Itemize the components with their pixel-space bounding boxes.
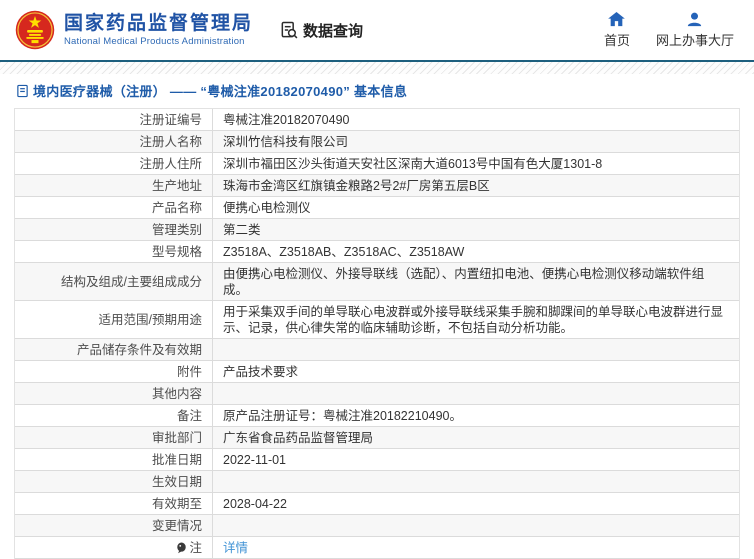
row-value: [213, 515, 739, 536]
data-query-icon: [281, 21, 298, 39]
row-label-text: 审批部门: [151, 431, 202, 445]
row-value: 2028-04-22: [223, 497, 287, 511]
page-title: 境内医疗器械（注册） —— “粤械注准20182070490” 基本信息: [33, 84, 408, 99]
row-value: 便携心电检测仪: [223, 201, 311, 215]
row-label-text: 有效期至: [151, 497, 202, 511]
table-row: 变更情况: [15, 515, 739, 537]
table-row: 结构及组成/主要组成成分 由便携心电检测仪、外接导联线（选配）、内置纽扣电池、便携…: [15, 263, 739, 301]
top-nav: 首页 网上办事大厅: [603, 11, 740, 49]
nav-data-query[interactable]: 数据查询: [279, 20, 363, 41]
row-label-text: 结构及组成/主要组成成分: [61, 275, 202, 289]
table-row: 审批部门 广东省食品药品监督管理局: [15, 427, 739, 449]
row-label: 审批部门: [15, 427, 213, 448]
row-label-text: 备注: [176, 409, 202, 423]
row-label-text: 其他内容: [151, 387, 202, 401]
row-label-text: 型号规格: [151, 245, 202, 259]
row-label-text: 生产地址: [151, 179, 202, 193]
registration-info-table: 注册证编号 粤械注准20182070490 注册人名称 深圳竹信科技有限公司注册人住所…: [14, 108, 740, 559]
row-label: 产品名称: [15, 197, 213, 218]
row-value: 由便携心电检测仪、外接导联线（选配）、内置纽扣电池、便携心电检测仪移动端软件组成…: [223, 267, 705, 297]
row-value: 广东省食品药品监督管理局: [223, 431, 374, 445]
row-label: 有效期至: [15, 493, 213, 514]
row-label: 结构及组成/主要组成成分: [15, 263, 213, 300]
row-label-text: 产品名称: [151, 201, 202, 215]
row-label: 适用范围/预期用途: [15, 301, 213, 338]
row-label: 注册证编号: [15, 109, 213, 130]
table-row: 生产地址 珠海市金湾区红旗镇金粮路2号2#厂房第五层B区: [15, 175, 739, 197]
table-row: 型号规格 Z3518A、Z3518AB、Z3518AC、Z3518AW: [15, 241, 739, 263]
table-row: 产品名称 便携心电检测仪: [15, 197, 739, 219]
nav-home[interactable]: 首页: [603, 11, 630, 49]
row-label: 生产地址: [15, 175, 213, 196]
row-label-text: 注册人住所: [139, 157, 202, 171]
row-value: 深圳竹信科技有限公司: [223, 135, 349, 149]
row-label: 附件: [15, 361, 213, 382]
table-row: 注册证编号 粤械注准20182070490: [15, 109, 739, 131]
user-icon: [688, 12, 702, 26]
row-label: 注册人名称: [15, 131, 213, 152]
row-label-text: 注: [189, 541, 202, 555]
table-row: 附件 产品技术要求: [15, 361, 739, 383]
row-label-text: 生效日期: [151, 475, 202, 489]
nav-home-label: 首页: [603, 32, 630, 48]
row-label: 备注: [15, 405, 213, 426]
row-value: 用于采集双手间的单导联心电波群或外接导联线采集手腕和脚踝间的单导联心电波群进行显…: [223, 305, 724, 335]
data-query-label: 数据查询: [303, 22, 364, 40]
table-row: 生效日期: [15, 471, 739, 493]
row-label: 注册人住所: [15, 153, 213, 174]
table-row: 注 详情: [15, 537, 739, 559]
nav-service-hall-label: 网上办事大厅: [655, 32, 734, 48]
row-label-text: 变更情况: [151, 519, 202, 533]
table-row: 管理类别 第二类: [15, 219, 739, 241]
table-row: 有效期至 2028-04-22: [15, 493, 739, 515]
row-label: 生效日期: [15, 471, 213, 492]
hatched-strip: [0, 62, 754, 74]
row-value: 详情: [213, 537, 739, 558]
row-label: 管理类别: [15, 219, 213, 240]
note-balloon-icon: [177, 542, 187, 554]
document-icon: [17, 84, 28, 97]
row-value: 深圳市福田区沙头街道天安社区深南大道6013号中国有色大厦1301-8: [223, 157, 603, 171]
row-value: 产品技术要求: [223, 365, 299, 379]
row-label-text: 批准日期: [151, 453, 202, 467]
row-value: [213, 339, 739, 360]
row-label-text: 适用范围/预期用途: [98, 313, 202, 327]
agency-name-zh: 国家药品监督管理局: [64, 13, 254, 34]
row-value: 2022-11-01: [223, 453, 287, 467]
row-label-text: 注册证编号: [139, 113, 202, 127]
table-row: 注册人名称 深圳竹信科技有限公司: [15, 131, 739, 153]
row-label: 其他内容: [15, 383, 213, 404]
row-label-text: 管理类别: [151, 223, 202, 237]
row-value: 珠海市金湾区红旗镇金粮路2号2#厂房第五层B区: [223, 179, 490, 193]
national-emblem-icon: [15, 10, 55, 50]
agency-name: 国家药品监督管理局 National Medical Products Admi…: [64, 12, 253, 48]
row-value: [213, 383, 739, 404]
home-icon: [608, 11, 626, 26]
table-row: 适用范围/预期用途 用于采集双手间的单导联心电波群或外接导联线采集手腕和脚踝间的单…: [15, 301, 739, 339]
row-label-text: 附件: [176, 365, 202, 379]
agency-name-en: National Medical Products Administration: [64, 36, 245, 47]
table-row: 产品储存条件及有效期: [15, 339, 739, 361]
agency-logo[interactable]: 国家药品监督管理局 National Medical Products Admi…: [14, 9, 253, 51]
row-label: 型号规格: [15, 241, 213, 262]
row-label-text: 产品储存条件及有效期: [76, 343, 202, 357]
row-label: 变更情况: [15, 515, 213, 536]
breadcrumb: 境内医疗器械（注册） —— “粤械注准20182070490” 基本信息: [0, 74, 754, 106]
table-row: 注册人住所 深圳市福田区沙头街道天安社区深南大道6013号中国有色大厦1301-8: [15, 153, 739, 175]
top-header: 国家药品监督管理局 National Medical Products Admi…: [0, 0, 754, 60]
row-value: Z3518A、Z3518AB、Z3518AC、Z3518AW: [223, 245, 465, 259]
detail-link[interactable]: 详情: [223, 541, 248, 555]
row-value: 原产品注册证号：粤械注准20182210490。: [223, 409, 462, 423]
row-label-text: 注册人名称: [139, 135, 202, 149]
nav-service-hall[interactable]: 网上办事大厅: [656, 12, 734, 49]
table-row: 备注 原产品注册证号：粤械注准20182210490。: [15, 405, 739, 427]
table-row: 其他内容: [15, 383, 739, 405]
table-row: 批准日期 2022-11-01: [15, 449, 739, 471]
row-label: 产品储存条件及有效期: [15, 339, 213, 360]
row-label: 批准日期: [15, 449, 213, 470]
row-label: 注: [15, 537, 213, 558]
row-value: 粤械注准20182070490: [223, 113, 350, 127]
row-value: 第二类: [223, 223, 261, 237]
row-value: [213, 471, 739, 492]
